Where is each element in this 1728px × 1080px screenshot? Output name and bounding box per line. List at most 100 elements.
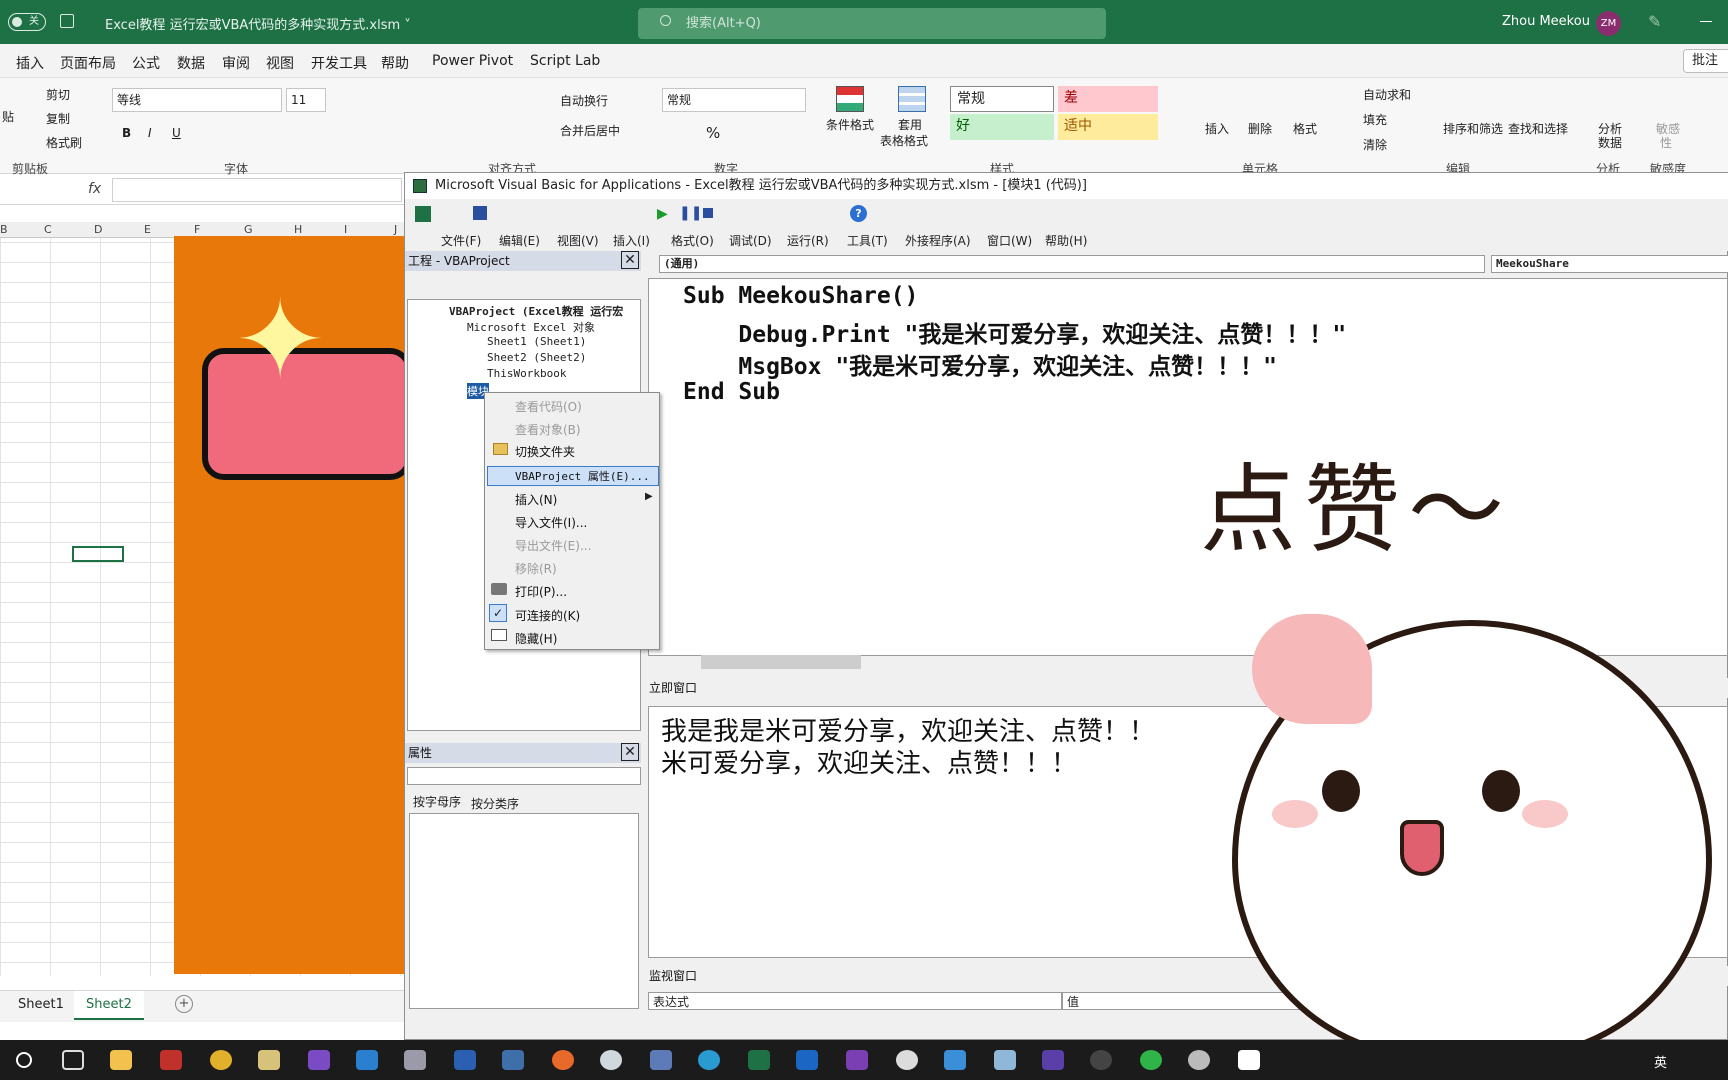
code-window[interactable]: Sub MeekouShare() Debug.Print "我是米可爱分享，欢… — [648, 278, 1728, 669]
formula-input[interactable] — [112, 178, 402, 202]
user-name[interactable]: Zhou Meekou — [1502, 14, 1590, 29]
italic-button[interactable]: I — [148, 126, 152, 140]
insert-cells-button[interactable]: 插入 — [1205, 120, 1229, 137]
object-combo[interactable]: (通用) — [659, 255, 1485, 273]
tree-item-excel-objects[interactable]: Microsoft Excel 对象 — [467, 319, 595, 335]
column-header[interactable]: D — [94, 223, 102, 236]
tree-item-sheet1[interactable]: Sheet1 (Sheet1) — [487, 335, 586, 348]
font-size-select[interactable]: 11 — [286, 88, 326, 112]
clear-button[interactable]: 清除 — [1363, 136, 1387, 153]
wrap-text-button[interactable]: 自动换行 — [560, 92, 608, 109]
file-explorer-icon[interactable] — [110, 1050, 132, 1070]
bold-button[interactable]: B — [122, 126, 131, 140]
autosave-toggle[interactable]: 关 — [8, 13, 46, 31]
menu-item-toggle-folders[interactable]: 切换文件夹 — [515, 443, 575, 460]
column-header[interactable]: F — [194, 223, 200, 236]
style-good[interactable]: 好 — [950, 114, 1054, 140]
app-icon[interactable] — [944, 1050, 966, 1070]
style-bad[interactable]: 差 — [1058, 86, 1158, 112]
capcut-icon[interactable] — [1238, 1050, 1260, 1070]
menu-item-print[interactable]: 打印(P)... — [515, 583, 567, 600]
vbe-menu-addins[interactable]: 外接程序(A) — [905, 232, 971, 249]
autosum-button[interactable]: 自动求和 — [1363, 86, 1411, 103]
outlook-icon[interactable] — [796, 1050, 818, 1070]
menu-item-project-properties[interactable]: VBAProject 属性(E)... — [515, 468, 650, 484]
vbe-menu-insert[interactable]: 插入(I) — [613, 232, 650, 249]
menu-item-view-code[interactable]: 查看代码(O) — [515, 398, 582, 415]
save-icon[interactable] — [473, 206, 487, 220]
vbe-menu-format[interactable]: 格式(O) — [671, 232, 714, 249]
code-line[interactable]: MsgBox "我是米可爱分享，欢迎关注、点赞！！！" — [683, 347, 1277, 381]
tab-page-layout[interactable]: 页面布局 — [60, 53, 116, 73]
vbe-menu-window[interactable]: 窗口(W) — [987, 232, 1032, 249]
app-icon[interactable] — [896, 1050, 918, 1070]
column-header[interactable]: C — [44, 223, 52, 236]
run-icon[interactable]: ▶ — [657, 206, 668, 222]
search-input[interactable]: 搜索(Alt+Q) — [638, 8, 1106, 39]
analyze-data-line2[interactable]: 数据 — [1598, 134, 1622, 151]
column-header[interactable]: G — [244, 223, 253, 236]
menu-item-remove[interactable]: 移除(R) — [515, 560, 557, 577]
pen-icon[interactable]: ✎ — [1648, 12, 1661, 31]
wechat-icon[interactable] — [1140, 1050, 1162, 1070]
immediate-line[interactable]: 米可爱分享，欢迎关注、点赞！！！ — [661, 743, 1077, 780]
vbe-menu-view[interactable]: 视图(V) — [557, 232, 599, 249]
tab-data[interactable]: 数据 — [177, 53, 205, 73]
vbe-menu-edit[interactable]: 编辑(E) — [499, 232, 540, 249]
tree-item-vbaproject[interactable]: VBAProject (Excel教程 运行宏 — [449, 303, 639, 319]
code-horizontal-scrollbar[interactable] — [701, 655, 861, 669]
sort-filter-button[interactable]: 排序和筛选 — [1443, 120, 1503, 137]
conditional-format-button[interactable]: 条件格式 — [826, 116, 874, 133]
tab-formulas[interactable]: 公式 — [132, 53, 160, 73]
tab-power-pivot[interactable]: Power Pivot — [432, 53, 513, 69]
procedure-combo[interactable]: MeekouShare — [1491, 255, 1728, 273]
menu-item-insert[interactable]: 插入(N) — [515, 491, 557, 508]
sheet-tab-sheet1[interactable]: Sheet1 — [18, 997, 64, 1012]
add-sheet-icon[interactable]: + — [175, 995, 193, 1013]
fill-button[interactable]: 填充 — [1363, 111, 1387, 128]
chrome-icon[interactable] — [210, 1050, 232, 1070]
ime-indicator[interactable]: 英 — [1654, 1052, 1667, 1071]
percent-button[interactable]: % — [706, 124, 720, 142]
app-icon[interactable] — [1042, 1050, 1064, 1070]
app-icon[interactable] — [650, 1050, 672, 1070]
menu-item-hide[interactable]: 隐藏(H) — [515, 630, 557, 647]
menu-item-dockable[interactable]: 可连接的(K) — [515, 607, 580, 624]
menu-item-view-object[interactable]: 查看对象(B) — [515, 421, 581, 438]
format-table-line2[interactable]: 表格格式 — [880, 132, 928, 149]
file-title[interactable]: Excel教程 运行宏或VBA代码的多种实现方式.xlsm ˅ — [105, 14, 411, 33]
merge-center-button[interactable]: 合并后居中 — [560, 122, 620, 139]
filezilla-icon[interactable] — [160, 1050, 182, 1070]
format-table-line1[interactable]: 套用 — [898, 116, 922, 133]
avatar[interactable]: ZM — [1596, 11, 1621, 36]
stop-icon[interactable] — [703, 208, 713, 218]
style-normal[interactable]: 常规 — [950, 86, 1054, 112]
menu-item-import-file[interactable]: 导入文件(I)... — [515, 514, 587, 531]
app-icon[interactable] — [454, 1050, 476, 1070]
edge-icon[interactable] — [698, 1050, 720, 1070]
column-header[interactable]: E — [144, 223, 151, 236]
help-icon[interactable]: ? — [850, 205, 867, 222]
vbe-menu-debug[interactable]: 调试(D) — [729, 232, 772, 249]
style-neutral[interactable]: 适中 — [1058, 114, 1158, 140]
format-cells-button[interactable]: 格式 — [1293, 120, 1317, 137]
settings-icon[interactable] — [1188, 1050, 1210, 1070]
active-cell[interactable] — [72, 546, 124, 562]
sensitivity-line2[interactable]: 性 — [1660, 134, 1672, 151]
comments-button[interactable]: 批注 — [1683, 49, 1728, 73]
code-line[interactable]: End Sub — [683, 379, 780, 405]
find-select-button[interactable]: 查找和选择 — [1508, 120, 1568, 137]
tab-view[interactable]: 视图 — [266, 53, 294, 73]
minimize-icon[interactable] — [1700, 21, 1712, 22]
fx-icon[interactable]: fx — [88, 181, 101, 197]
properties-tab-alpha[interactable]: 按字母序 — [413, 793, 461, 810]
paste-button[interactable]: 贴 — [2, 108, 14, 125]
visual-studio-icon[interactable] — [308, 1050, 330, 1070]
number-format-select[interactable]: 常规 — [662, 88, 806, 112]
code-line[interactable]: Sub MeekouShare() — [683, 283, 918, 309]
task-view-icon[interactable] — [62, 1050, 84, 1070]
excel-icon[interactable] — [748, 1050, 770, 1070]
column-header[interactable]: B — [0, 223, 8, 236]
close-icon[interactable]: ✕ — [621, 251, 639, 269]
close-icon[interactable]: ✕ — [621, 743, 639, 761]
